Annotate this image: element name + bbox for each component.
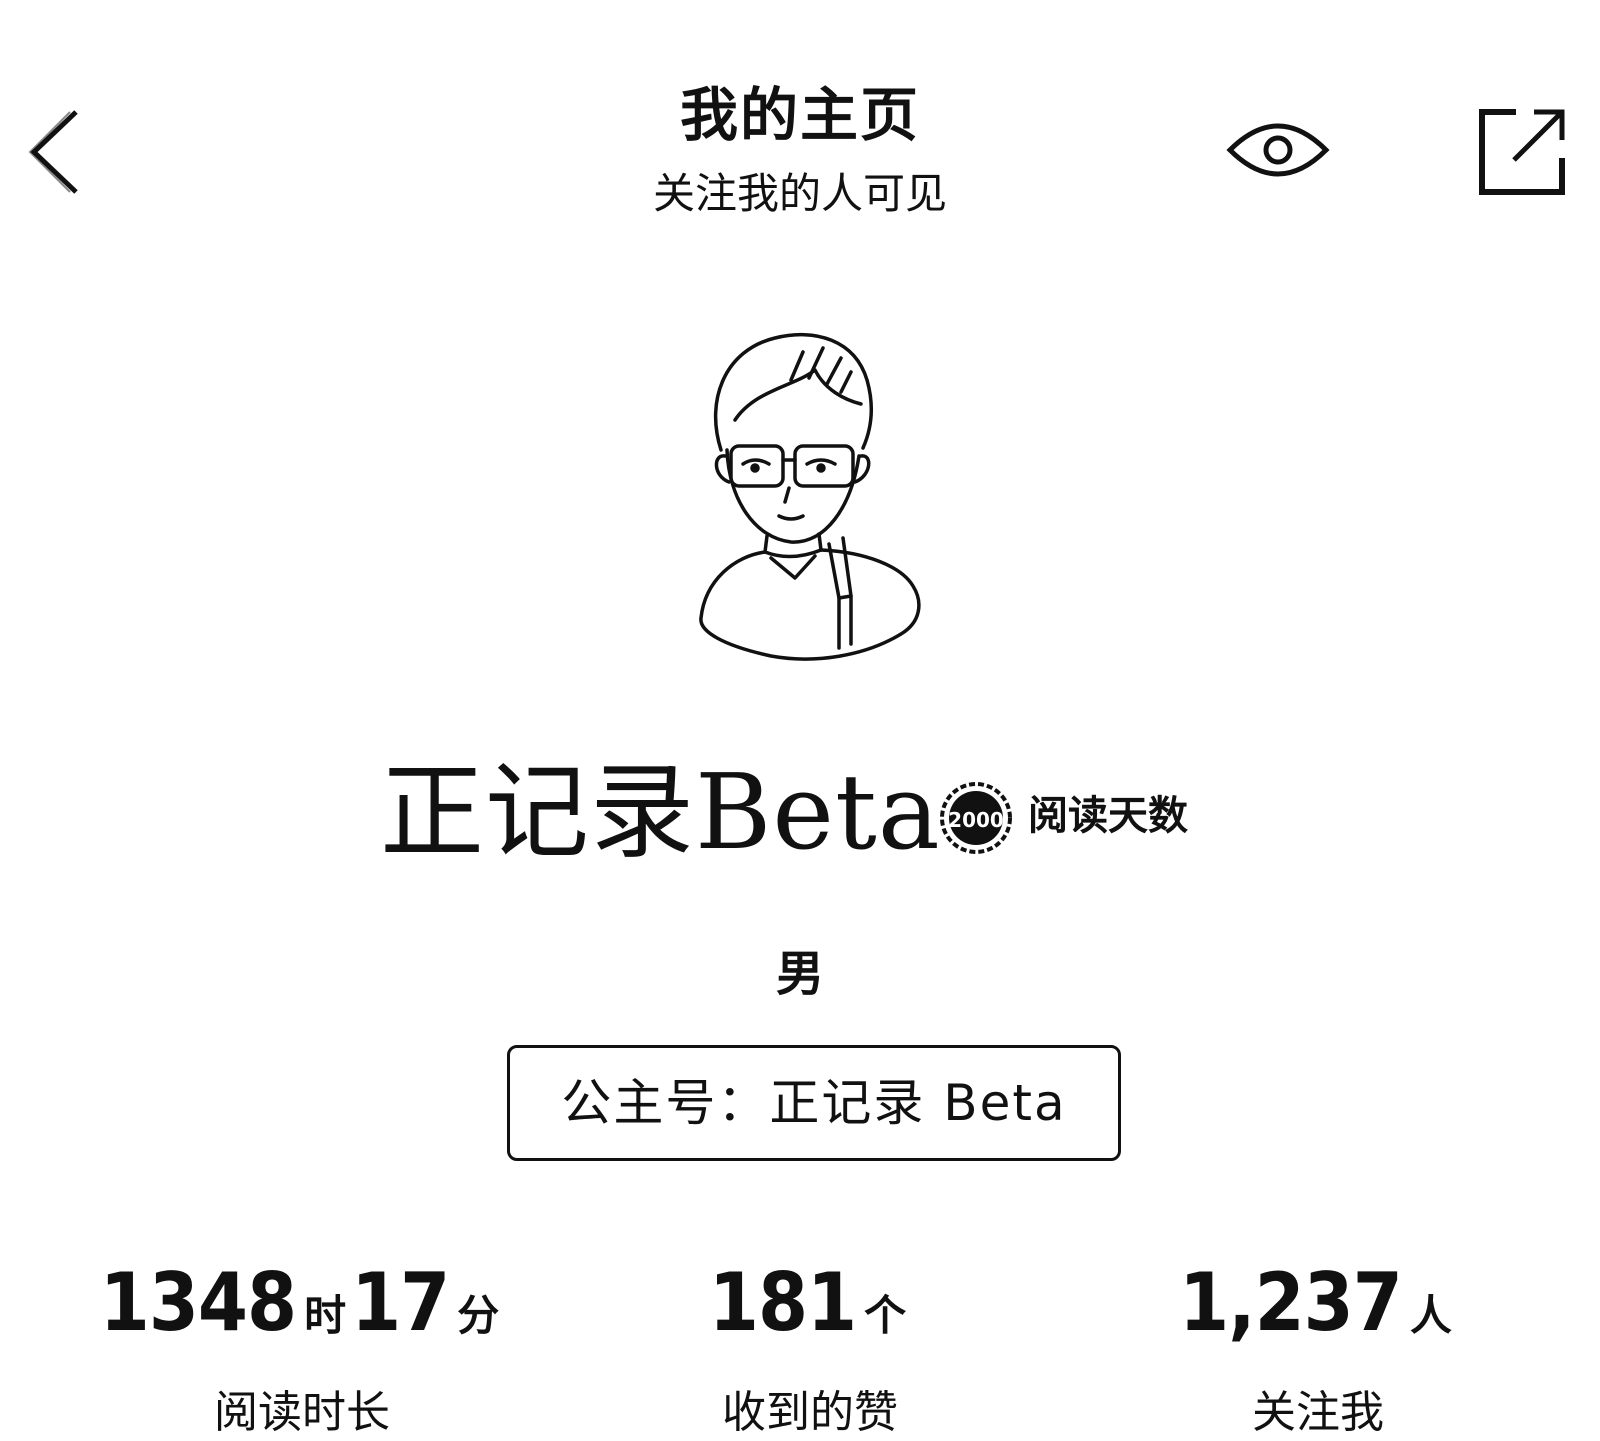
reading-time-label: 阅读时长: [214, 1387, 390, 1438]
share-external-icon: [1479, 109, 1565, 195]
reading-days-badge[interactable]: 2000: [938, 780, 1014, 856]
chevron-left-icon: [28, 110, 78, 194]
reading-time-value: 1348 时17 分: [99, 1256, 500, 1349]
stat-likes[interactable]: 181 个 收到的赞: [580, 1258, 1040, 1441]
likes-label: 收到的赞: [722, 1387, 898, 1438]
stat-reading-time[interactable]: 1348 时17 分 阅读时长: [72, 1258, 532, 1441]
visibility-button[interactable]: [1226, 112, 1330, 188]
badge-label: 阅读天数: [1028, 793, 1188, 839]
user-name: 正记录Beta: [380, 751, 941, 873]
eye-icon: [1226, 123, 1330, 177]
visibility-subtitle: 关注我的人可见: [652, 169, 947, 218]
gender: 男: [775, 946, 824, 1002]
share-button[interactable]: [1476, 106, 1568, 198]
wechat-account-box[interactable]: 公主号：正记录 Beta: [507, 1045, 1121, 1161]
back-button[interactable]: [24, 104, 88, 200]
badge-seal-icon: 2000: [940, 782, 1012, 854]
stat-followers[interactable]: 1,237 人 关注我: [1088, 1258, 1548, 1441]
name-row: 正记录Beta 2000 阅读天数: [0, 752, 1600, 872]
likes-value: 181 个: [708, 1256, 906, 1349]
wechat-label: 公主号：: [561, 1074, 770, 1132]
page-title: 我的主页: [679, 81, 920, 149]
avatar-illustration: [699, 332, 921, 661]
followers-label: 关注我: [1252, 1387, 1384, 1438]
avatar[interactable]: [695, 330, 945, 674]
badge-number: 2000: [948, 808, 1004, 832]
wechat-value: 正记录 Beta: [769, 1074, 1067, 1132]
followers-value: 1,237 人: [1179, 1256, 1452, 1349]
